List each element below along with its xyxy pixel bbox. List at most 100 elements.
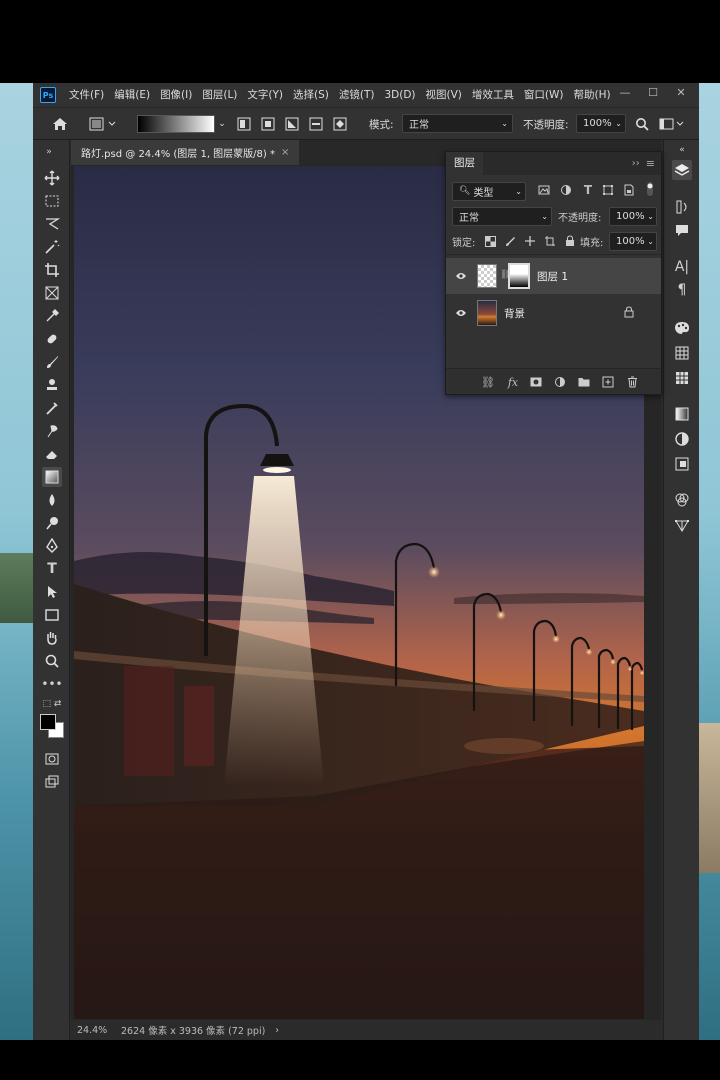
menu-file[interactable]: 文件(F)	[64, 83, 109, 107]
collapse-icon[interactable]: «	[672, 140, 692, 160]
fx-icon[interactable]: fx	[505, 374, 521, 390]
menu-view[interactable]: 视图(V)	[421, 83, 467, 107]
zoom-level[interactable]: 24.4%	[77, 1025, 119, 1036]
add-mask-icon[interactable]	[528, 374, 544, 390]
history-brush-icon[interactable]	[42, 398, 62, 418]
layer-name[interactable]: 图层 1	[537, 269, 568, 284]
menu-3d[interactable]: 3D(D)	[379, 83, 420, 107]
rectangle-tool-icon[interactable]	[42, 605, 62, 625]
color-icon[interactable]	[672, 318, 692, 338]
filter-toggle-icon[interactable]	[642, 181, 658, 197]
maximize-button[interactable]: ☐	[639, 83, 667, 101]
properties-icon[interactable]	[672, 454, 692, 474]
layer-row[interactable]: ⛓︎ 图层 1	[446, 258, 661, 294]
menu-image[interactable]: 图像(I)	[155, 83, 197, 107]
zoom-tool-icon[interactable]	[42, 651, 62, 671]
more-tools-icon[interactable]: •••	[41, 674, 62, 694]
filter-kind-select[interactable]: 🔍︎ 类型 ⌄	[452, 181, 526, 201]
gradient-preview[interactable]	[137, 115, 215, 133]
lock-position-icon[interactable]	[522, 233, 538, 249]
diamond-gradient-icon[interactable]	[329, 114, 351, 134]
group-folder-icon[interactable]	[576, 374, 592, 390]
channels-icon[interactable]	[672, 490, 692, 510]
frame-tool-icon[interactable]	[42, 283, 62, 303]
reflected-gradient-icon[interactable]	[305, 114, 327, 134]
gradient-tool-icon[interactable]	[42, 467, 62, 487]
gradient-tool-preset-icon[interactable]	[87, 114, 121, 134]
marquee-tool-icon[interactable]	[42, 191, 62, 211]
radial-gradient-icon[interactable]	[257, 114, 279, 134]
move-tool-icon[interactable]	[42, 168, 62, 188]
quick-mask-icon[interactable]	[42, 749, 62, 769]
panel-menu-icon[interactable]: ≡	[646, 157, 655, 170]
layers-panel-icon[interactable]	[672, 160, 692, 180]
linear-gradient-icon[interactable]	[233, 114, 255, 134]
delete-layer-icon[interactable]	[624, 374, 640, 390]
character-icon[interactable]: A|	[672, 257, 692, 277]
visibility-eye-icon[interactable]	[455, 270, 467, 283]
menu-help[interactable]: 帮助(H)	[569, 83, 616, 107]
home-icon[interactable]	[49, 114, 71, 134]
blend-mode-select[interactable]: 正常 ⌄	[452, 206, 552, 226]
paragraph-icon[interactable]: ¶	[672, 280, 692, 300]
eyedropper-icon[interactable]	[42, 306, 62, 326]
adjustment-layer-icon[interactable]	[552, 374, 568, 390]
background-thumbnail[interactable]	[477, 300, 497, 326]
minimize-button[interactable]: —	[611, 83, 639, 101]
adjustments-icon[interactable]	[672, 429, 692, 449]
angle-gradient-icon[interactable]	[281, 114, 303, 134]
healing-brush-icon[interactable]	[42, 329, 62, 349]
filter-adjustment-icon[interactable]	[558, 182, 574, 198]
comments-icon[interactable]	[672, 220, 692, 240]
filter-smart-object-icon[interactable]	[621, 182, 637, 198]
layers-panel-title[interactable]: 图层	[446, 152, 483, 175]
filter-type-icon[interactable]: T	[580, 182, 596, 198]
collapse-panel-icon[interactable]: ››	[632, 158, 640, 169]
history-icon[interactable]	[672, 197, 692, 217]
menu-select[interactable]: 选择(S)	[288, 83, 334, 107]
pen-tool-icon[interactable]	[42, 536, 62, 556]
collapse-icon[interactable]: »	[39, 142, 59, 162]
swatches-icon[interactable]	[672, 343, 692, 363]
mode-select[interactable]: 正常 ⌄	[402, 114, 513, 133]
layer-opacity-field[interactable]: 100% ⌄	[609, 206, 657, 226]
layer-mask-thumbnail[interactable]	[508, 263, 530, 289]
lock-artboard-icon[interactable]	[542, 233, 558, 249]
search-icon[interactable]	[632, 114, 652, 134]
hand-tool-icon[interactable]	[42, 628, 62, 648]
crop-tool-icon[interactable]	[42, 260, 62, 280]
filter-pixel-icon[interactable]	[536, 182, 552, 198]
close-button[interactable]: ✕	[667, 83, 695, 101]
layer-thumbnail[interactable]	[477, 264, 497, 288]
paths-icon[interactable]	[672, 515, 692, 535]
blur-tool-icon[interactable]	[42, 490, 62, 510]
chevron-down-icon[interactable]: ⌄	[216, 114, 228, 134]
gradients-icon[interactable]	[672, 404, 692, 424]
lasso-tool-icon[interactable]	[42, 214, 62, 234]
magic-wand-icon[interactable]	[42, 237, 62, 257]
visibility-eye-icon[interactable]	[455, 307, 467, 320]
layer-row[interactable]: 背景	[446, 295, 661, 331]
tab-close-icon[interactable]: ×	[281, 147, 289, 158]
dodge-tool-icon[interactable]	[42, 513, 62, 533]
layer-name[interactable]: 背景	[504, 306, 525, 321]
type-tool-icon[interactable]: T	[42, 559, 62, 579]
path-selection-icon[interactable]	[42, 582, 62, 602]
stamp-tool-icon[interactable]	[42, 375, 62, 395]
workspace-icon[interactable]	[657, 114, 687, 134]
eraser-tool-icon[interactable]	[42, 444, 62, 464]
swap-colors-icon[interactable]: ⬚ ⇄	[42, 694, 62, 714]
menu-layer[interactable]: 图层(L)	[197, 83, 242, 107]
menu-type[interactable]: 文字(Y)	[242, 83, 288, 107]
document-tab[interactable]: 路灯.psd @ 24.4% (图层 1, 图层蒙版/8) * ×	[71, 140, 300, 165]
filter-shape-icon[interactable]	[600, 182, 616, 198]
fill-field[interactable]: 100% ⌄	[609, 231, 657, 251]
smudge-tool-icon[interactable]	[42, 421, 62, 441]
lock-pixels-icon[interactable]	[502, 233, 518, 249]
link-layers-icon[interactable]: ⛓︎	[480, 374, 496, 390]
menu-edit[interactable]: 编辑(E)	[109, 83, 155, 107]
menu-plugins[interactable]: 增效工具	[467, 83, 519, 107]
brush-tool-icon[interactable]	[42, 352, 62, 372]
opacity-field[interactable]: 100% ⌄	[576, 114, 626, 133]
lock-all-icon[interactable]	[562, 233, 578, 249]
